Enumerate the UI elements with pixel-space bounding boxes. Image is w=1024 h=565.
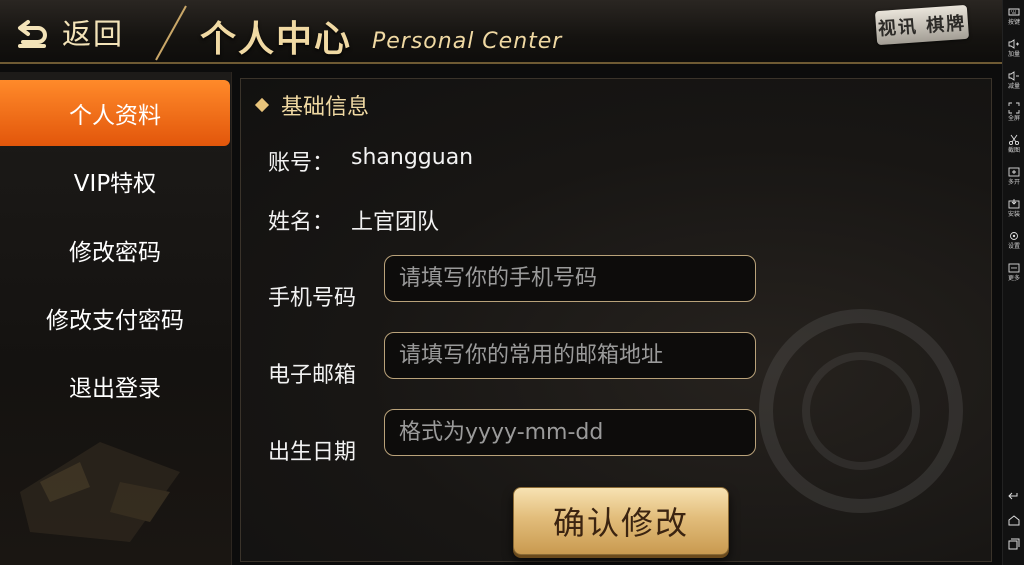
nav-back[interactable] [1003, 486, 1024, 506]
account-label: 账号： [268, 151, 335, 176]
page-subtitle: Personal Center [372, 29, 563, 54]
toolbar-label: 加量 [1007, 51, 1020, 58]
fullscreen-icon [1008, 102, 1020, 114]
toolbar-more[interactable]: 更多 [1003, 262, 1024, 292]
birthday-input[interactable] [384, 409, 756, 456]
decorative-chip-art [759, 309, 963, 513]
toolbar-label: 更多 [1007, 275, 1020, 282]
sidebar-item-change-password[interactable]: 修改密码 [0, 217, 230, 283]
gear-icon [1010, 232, 1018, 240]
confirm-button-label: 确认修改 [552, 504, 689, 542]
sidebar-item-profile[interactable]: 个人资料 [0, 80, 230, 146]
nav-home[interactable] [1003, 510, 1024, 530]
email-label: 电子邮箱 [268, 363, 357, 388]
brand-logo-text: 视讯 棋牌 [877, 12, 967, 41]
account-value: shangguan [351, 145, 474, 170]
diamond-icon [254, 97, 270, 113]
home-nav-icon [1008, 515, 1020, 526]
nav-recent[interactable] [1003, 534, 1024, 554]
toolbar-multi-open[interactable]: 多开 [1003, 166, 1024, 196]
profile-panel: 基础信息 账号： shangguan 姓名： 上官团队 手机号码 电子邮箱 出生… [240, 78, 992, 562]
sidebar-item-change-pay-password[interactable]: 修改支付密码 [0, 285, 230, 351]
toolbar-screenshot[interactable]: 截图 [1003, 134, 1024, 164]
email-input[interactable] [384, 332, 756, 379]
recent-apps-icon [1008, 538, 1020, 550]
confirm-button[interactable]: 确认修改 [513, 487, 729, 555]
name-value: 上官团队 [351, 210, 440, 235]
section-title: 基础信息 [281, 95, 370, 120]
back-label: 返回 [62, 17, 125, 51]
toolbar-fullscreen[interactable]: 全屏 [1003, 102, 1024, 132]
toolbar-keys[interactable]: 按键 [1003, 6, 1024, 36]
toolbar-volume-up[interactable]: 加量 [1003, 38, 1024, 68]
header-divider [155, 5, 187, 61]
toolbar-settings[interactable]: 设置 [1003, 230, 1024, 260]
toolbar-label: 截图 [1007, 147, 1020, 154]
toolbar-volume-down[interactable]: 减量 [1003, 70, 1024, 100]
phone-input[interactable] [384, 255, 756, 302]
scissors-icon [1008, 134, 1020, 146]
phone-label: 手机号码 [268, 286, 357, 311]
keyboard-icon [1008, 8, 1020, 16]
install-icon [1008, 199, 1020, 209]
brand-logo: 视讯 棋牌 [874, 4, 970, 46]
section-header: 基础信息 [254, 89, 370, 121]
back-arrow-icon [18, 20, 47, 48]
toolbar-label: 减量 [1007, 83, 1020, 90]
volume-up-icon [1008, 39, 1019, 49]
system-toolbar: 按键 加量 减量 全屏 截图 多开 安装 设置 更多 [1002, 0, 1024, 565]
birthday-label: 出生日期 [268, 440, 357, 465]
page-title: 个人中心 [200, 19, 353, 60]
toolbar-label: 全屏 [1007, 115, 1020, 122]
multi-open-icon [1008, 167, 1020, 177]
decorative-background-art [20, 442, 180, 542]
name-label: 姓名： [268, 210, 335, 235]
top-header: 返回 个人中心 Personal Center 视讯 棋牌 [0, 0, 1002, 64]
toolbar-label: 安装 [1007, 211, 1020, 218]
volume-down-icon [1008, 71, 1019, 81]
toolbar-label: 按键 [1007, 19, 1020, 26]
sidebar-item-vip[interactable]: VIP特权 [0, 148, 230, 214]
sidebar: 个人资料 VIP特权 修改密码 修改支付密码 退出登录 [0, 72, 232, 565]
more-icon [1008, 263, 1020, 273]
toolbar-install[interactable]: 安装 [1003, 198, 1024, 228]
back-button[interactable]: 返回 [14, 8, 164, 56]
toolbar-label: 多开 [1007, 179, 1020, 186]
toolbar-label: 设置 [1007, 243, 1020, 250]
back-nav-icon [1008, 492, 1018, 500]
